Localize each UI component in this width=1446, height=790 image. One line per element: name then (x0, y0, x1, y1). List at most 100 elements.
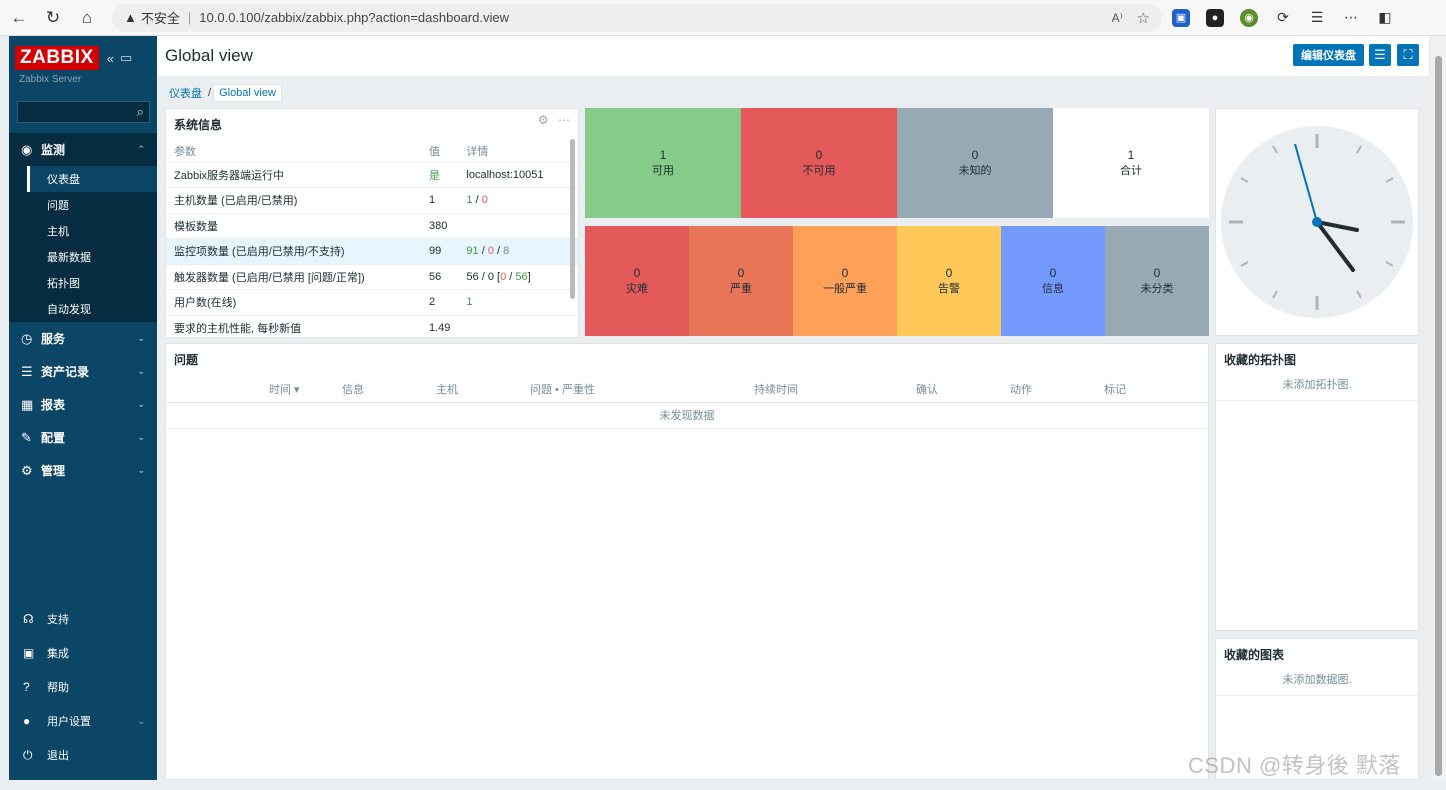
severity-cell[interactable]: 0 严重 (689, 226, 793, 336)
menu-support[interactable]: ☊ 支持 (9, 602, 157, 636)
search-icon[interactable]: ⌕ (137, 104, 144, 120)
menu-monitoring[interactable]: ◉ 监测 ⌃ (9, 133, 157, 166)
trigger-separator: / (506, 270, 516, 283)
menu-services[interactable]: ◷ 服务 ⌄ (9, 322, 157, 355)
bitwarden-extension-icon[interactable]: ▣ (1172, 8, 1190, 27)
menu-help[interactable]: ? 帮助 (9, 670, 157, 704)
column-header-time[interactable]: 时间 ▾ (269, 381, 300, 397)
favorite-star-icon[interactable]: ☆ (1137, 9, 1150, 27)
breadcrumb-current[interactable]: Global view (213, 84, 282, 102)
chevron-down-icon: ⌄ (137, 333, 145, 343)
favorites-list-icon[interactable]: ☰ (1308, 9, 1326, 27)
severity-cell[interactable]: 0 信息 (1001, 226, 1105, 336)
column-header-ack: 确认 (916, 384, 938, 396)
analog-clock (1221, 126, 1413, 318)
count: 0 (815, 148, 823, 162)
empty-message: 未添加拓扑图. (1216, 375, 1418, 401)
menu-item-maps[interactable]: 拓扑图 (27, 270, 157, 296)
problems-table-header: 时间 ▾ 信息 主机 问题 • 严重性 持续时间 确认 动作 标记 (166, 375, 1208, 403)
menu-item-dashboard[interactable]: 仪表盘 (27, 166, 157, 192)
home-icon[interactable]: ⌂ (72, 3, 102, 33)
column-header-problem: 问题 • 严重性 (530, 384, 595, 396)
menu-item-latest-data[interactable]: 最新数据 (27, 244, 157, 270)
detail-cell: 1 / 0 (458, 187, 578, 214)
refresh-icon[interactable]: ↻ (38, 3, 68, 33)
system-info-table: 参数 值 详情 Zabbix服务器端运行中 是 localhost:10051 … (166, 140, 578, 337)
severity-cell[interactable]: 0 一般严重 (793, 226, 897, 336)
widget-title: 收藏的图表 (1224, 648, 1285, 662)
zabbix-logo[interactable]: ZABBIX (15, 46, 99, 70)
menu-configuration[interactable]: ✎ 配置 ⌄ (9, 421, 157, 454)
widget-title: 收藏的拓扑图 (1224, 353, 1297, 367)
param-cell: 用户数(在线) (166, 289, 421, 316)
extensions-puzzle-icon[interactable]: ⟳ (1274, 9, 1292, 27)
clock-icon: ◷ (21, 330, 33, 346)
host-availability-cell[interactable]: 1 可用 (585, 108, 741, 218)
kiosk-mode-icon[interactable]: ▭ (120, 50, 132, 66)
severity-cell[interactable]: 0 灾难 (585, 226, 689, 336)
sidebar-toggle-icon[interactable]: ◧ (1376, 9, 1394, 27)
sidebar: ZABBIX « ▭ Zabbix Server ⌕ ◉ 监测 ⌃ 仪表盘 问题… (9, 36, 157, 780)
read-aloud-icon[interactable]: A⁾ (1112, 11, 1123, 25)
scrollbar-thumb[interactable] (1435, 56, 1442, 776)
chevron-up-icon: ⌃ (137, 144, 145, 154)
dashboard-menu-icon[interactable]: ☰ (1369, 44, 1391, 66)
label: 灾难 (626, 283, 648, 295)
menu-sign-out[interactable]: ⏻ 退出 (9, 738, 157, 772)
empty-message: 未发现数据 (166, 403, 1208, 429)
label: 可用 (652, 165, 674, 177)
menu-item-discovery[interactable]: 自动发现 (27, 296, 157, 322)
severity-cell[interactable]: 0 告警 (897, 226, 1001, 336)
label: 一般严重 (823, 283, 867, 295)
chevron-down-icon: ⌄ (137, 432, 145, 442)
trigger-suffix: ] (527, 270, 531, 283)
widget-title: 系统信息 (174, 118, 223, 132)
menu-item-problems[interactable]: 问题 (27, 192, 157, 218)
severity-cell[interactable]: 0 未分类 (1105, 226, 1209, 336)
online-count: 1 (466, 296, 473, 309)
widget-tools: ⚙ ⋯ (538, 113, 570, 127)
count: 0 (1049, 266, 1057, 280)
menu-label: 配置 (41, 431, 66, 445)
back-icon[interactable]: ← (4, 3, 34, 33)
menu-reports[interactable]: ▦ 报表 ⌄ (9, 388, 157, 421)
column-header-duration: 持续时间 (754, 384, 798, 396)
param-cell: 模板数量 (166, 213, 421, 239)
list-icon: ☰ (21, 363, 33, 379)
menu-label: 用户设置 (47, 716, 91, 728)
system-info-widget: 系统信息 ⚙ ⋯ 参数 值 详情 Zabbix服务器端运行中 是 localho… (165, 108, 579, 338)
widget-scrollbar[interactable] (570, 139, 575, 299)
headset-icon: ☊ (23, 612, 34, 626)
count: 1 (659, 148, 667, 162)
page-scrollbar[interactable] (1431, 36, 1446, 780)
edit-dashboard-button[interactable]: 编辑仪表盘 (1293, 44, 1364, 66)
collapse-sidebar-icon[interactable]: « (107, 51, 114, 66)
extension-icon[interactable]: ● (1206, 8, 1224, 27)
menu-administration[interactable]: ⚙ 管理 ⌄ (9, 454, 157, 487)
menu-user-settings[interactable]: ● 用户设置 ⌄ (9, 704, 157, 738)
count: 1 (1127, 148, 1135, 162)
column-header-host: 主机 (436, 384, 458, 396)
value-cell: 1.49 (421, 315, 459, 337)
menu-integrations[interactable]: ▣ 集成 (9, 636, 157, 670)
more-menu-icon[interactable]: ⋯ (1342, 9, 1360, 27)
label: 严重 (730, 283, 752, 295)
fullscreen-icon[interactable]: ⛶ (1397, 44, 1419, 66)
breadcrumb-dashboards[interactable]: 仪表盘 (165, 85, 206, 101)
count: 0 (737, 266, 745, 280)
host-availability-cell[interactable]: 1 合计 (1053, 108, 1209, 218)
gear-icon[interactable]: ⚙ (538, 113, 549, 127)
value-cell: 56 (421, 264, 459, 290)
host-availability-cell[interactable]: 0 不可用 (741, 108, 897, 218)
globe-extension-icon[interactable]: ◉ (1240, 8, 1258, 27)
label: 不可用 (802, 165, 836, 177)
menu-item-hosts[interactable]: 主机 (27, 218, 157, 244)
menu-inventory[interactable]: ☰ 资产记录 ⌄ (9, 355, 157, 388)
address-bar[interactable]: ▲ 不安全 | 10.0.0.100/zabbix/zabbix.php?act… (112, 3, 1162, 32)
more-icon[interactable]: ⋯ (558, 113, 570, 127)
problems-by-severity-widget: 0 灾难 0 严重 0 一般严重 0 告警 0 信息 0 未分类 (585, 226, 1209, 336)
label: 信息 (1042, 283, 1064, 295)
sidebar-search-input[interactable]: ⌕ (17, 101, 150, 123)
host-availability-cell[interactable]: 0 未知的 (897, 108, 1053, 218)
table-row: 要求的主机性能, 每秒新值 1.49 (166, 315, 578, 337)
